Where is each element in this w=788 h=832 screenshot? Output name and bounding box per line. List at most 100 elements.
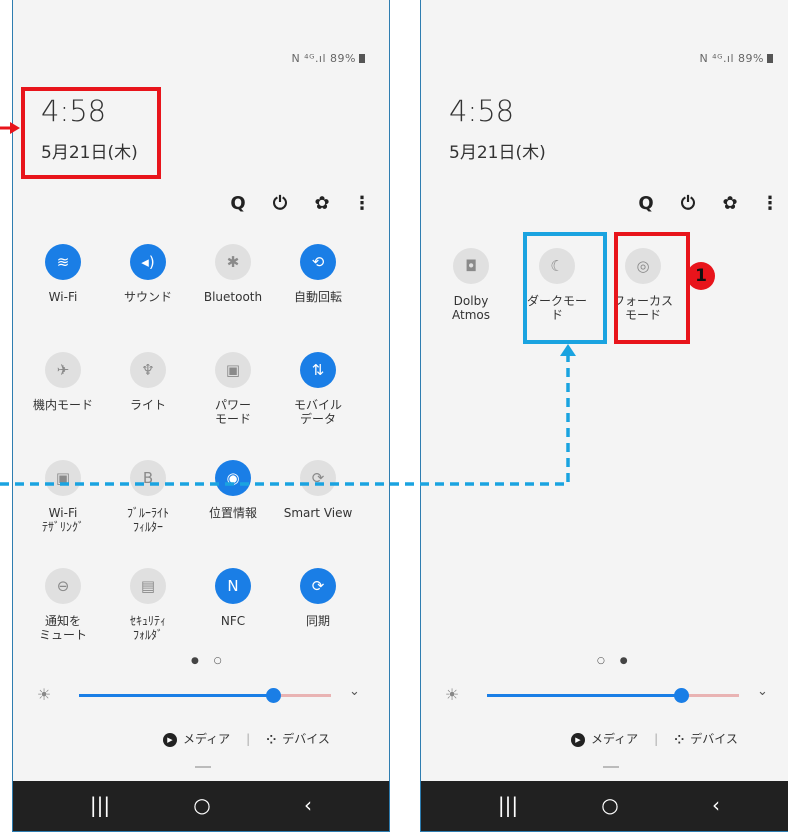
tethering-icon: ▣ [45, 460, 81, 496]
clock: 4:58 [449, 94, 515, 128]
devices-button[interactable]: デバイス [282, 732, 330, 746]
devices-icon: ⁘ [266, 732, 277, 747]
tile-label: 位置情報 [208, 506, 257, 520]
navigation-bar: ||| ○ ‹ [13, 781, 389, 831]
dolby-icon: ◘ [453, 248, 489, 284]
clock-highlight-box [21, 87, 161, 179]
quick-setting-tile[interactable]: ▤ ｾｷｭﾘﾃｨ ﾌｫﾙﾀﾞ [108, 568, 188, 642]
bluetooth-icon: ✱ [215, 244, 251, 280]
settings-icon[interactable]: ✿ [309, 190, 335, 218]
brightness-icon: ☀ [36, 685, 52, 704]
media-button[interactable]: メディア [591, 732, 638, 746]
back-icon[interactable]: ‹ [293, 793, 323, 817]
devices-icon: ⁘ [674, 732, 685, 747]
devices-button[interactable]: デバイス [690, 732, 738, 746]
media-button[interactable]: メディア [183, 732, 230, 746]
quick-setting-tile[interactable]: ◘ Dolby Atmos [431, 248, 511, 322]
date: 5月21日(木) [449, 143, 546, 163]
airplane-icon: ✈ [45, 352, 81, 388]
page-indicator: ○ ● [597, 656, 634, 666]
tile-label: 通知を ミュート [38, 614, 87, 642]
tile-label: Smart View [283, 506, 353, 520]
quick-setting-tile[interactable]: ◂) サウンド [108, 244, 188, 304]
quick-setting-tile[interactable]: ▣ パワー モード [193, 352, 273, 426]
status-bar: N ⁴ᴳ.ıl 89% [699, 52, 773, 65]
brightness-thumb[interactable] [266, 688, 281, 703]
tile-label: モバイル データ [293, 398, 342, 426]
brightness-slider[interactable]: ☀ ⌄ [441, 684, 781, 708]
quick-setting-tile[interactable]: ♆ ライト [108, 352, 188, 412]
signal-icons: N ⁴ᴳ.ıl [699, 52, 735, 65]
quick-setting-tile[interactable]: ≋ Wi-Fi [23, 244, 103, 304]
quick-setting-tile[interactable]: ✈ 機内モード [23, 352, 103, 412]
page-indicator: ● ○ [191, 656, 228, 666]
quick-setting-tile[interactable]: ⇅ モバイル データ [278, 352, 358, 426]
brightness-track-rest [273, 694, 331, 697]
battery-icon [767, 54, 773, 63]
tile-label: Wi-Fi ﾃｻﾞﾘﾝｸﾞ [41, 506, 84, 534]
signal-icons: N ⁴ᴳ.ıl [291, 52, 327, 65]
battery-level: 89% [330, 52, 356, 65]
quick-setting-tile[interactable]: ✱ Bluetooth [193, 244, 273, 304]
quick-actions: Q ⏻ ✿ ⋮ [215, 190, 375, 218]
brightness-track-rest [681, 694, 739, 697]
mute-icon: ⊖ [45, 568, 81, 604]
recent-apps-icon[interactable]: ||| [493, 793, 523, 817]
tile-label: ﾌﾞﾙｰﾗｲﾄ ﾌｨﾙﾀｰ [126, 506, 169, 534]
mobile-data-icon: ⇅ [300, 352, 336, 388]
status-bar: N ⁴ᴳ.ıl 89% [291, 52, 365, 65]
quick-setting-tile[interactable]: ◉ 位置情報 [193, 460, 273, 520]
nfc-icon: N [215, 568, 251, 604]
location-icon: ◉ [215, 460, 251, 496]
sync-icon: ⟳ [300, 568, 336, 604]
tile-label: ライト [129, 398, 166, 412]
chevron-down-icon[interactable]: ⌄ [757, 684, 768, 699]
quick-setting-tile[interactable]: B ﾌﾞﾙｰﾗｲﾄ ﾌｨﾙﾀｰ [108, 460, 188, 534]
auto-rotate-icon: ⟲ [300, 244, 336, 280]
more-icon[interactable]: ⋮ [349, 190, 375, 218]
power-mode-icon: ▣ [215, 352, 251, 388]
play-icon: ▶ [571, 732, 585, 747]
search-icon[interactable]: Q [225, 190, 251, 218]
more-icon[interactable]: ⋮ [757, 190, 783, 218]
chevron-down-icon[interactable]: ⌄ [349, 684, 360, 699]
smart-view-icon: ⟳ [300, 460, 336, 496]
phone-screen-right: N ⁴ᴳ.ıl 89% 4:58 5月21日(木) Q ⏻ ✿ ⋮ ◘ Dolby… [420, 0, 788, 832]
tile-label: 機内モード [32, 398, 93, 412]
power-icon[interactable]: ⏻ [675, 190, 701, 218]
media-devices-row: ▶ メディア | ⁘ デバイス [163, 730, 330, 747]
focus-mode-highlight-box [614, 232, 690, 344]
quick-setting-tile[interactable]: ▣ Wi-Fi ﾃｻﾞﾘﾝｸﾞ [23, 460, 103, 534]
tile-label: 同期 [305, 614, 330, 628]
quick-setting-tile[interactable]: ⟳ Smart View [278, 460, 358, 520]
battery-level: 89% [738, 52, 764, 65]
step-badge: 1 [687, 262, 715, 290]
home-icon[interactable]: ○ [187, 793, 217, 817]
quick-setting-tile[interactable]: N NFC [193, 568, 273, 628]
dark-mode-highlight-box [523, 232, 607, 344]
secure-folder-icon: ▤ [130, 568, 166, 604]
navigation-bar: ||| ○ ‹ [421, 781, 788, 831]
recent-apps-icon[interactable]: ||| [85, 793, 115, 817]
quick-setting-tile[interactable]: ⟲ 自動回転 [278, 244, 358, 304]
tile-label: ｾｷｭﾘﾃｨ ﾌｫﾙﾀﾞ [129, 614, 166, 642]
tile-label: NFC [220, 614, 246, 628]
drag-handle[interactable] [195, 766, 211, 768]
settings-icon[interactable]: ✿ [717, 190, 743, 218]
search-icon[interactable]: Q [633, 190, 659, 218]
play-icon: ▶ [163, 732, 177, 747]
home-icon[interactable]: ○ [595, 793, 625, 817]
back-icon[interactable]: ‹ [701, 793, 731, 817]
brightness-thumb[interactable] [674, 688, 689, 703]
brightness-track-filled [79, 694, 273, 697]
tile-label: 自動回転 [293, 290, 342, 304]
drag-handle[interactable] [603, 766, 619, 768]
tile-label: パワー モード [214, 398, 251, 426]
blue-light-icon: B [130, 460, 166, 496]
media-devices-row: ▶ メディア | ⁘ デバイス [571, 730, 738, 747]
quick-setting-tile[interactable]: ⟳ 同期 [278, 568, 358, 628]
tile-label: サウンド [123, 290, 172, 304]
brightness-slider[interactable]: ☀ ⌄ [33, 684, 373, 708]
quick-setting-tile[interactable]: ⊖ 通知を ミュート [23, 568, 103, 642]
power-icon[interactable]: ⏻ [267, 190, 293, 218]
